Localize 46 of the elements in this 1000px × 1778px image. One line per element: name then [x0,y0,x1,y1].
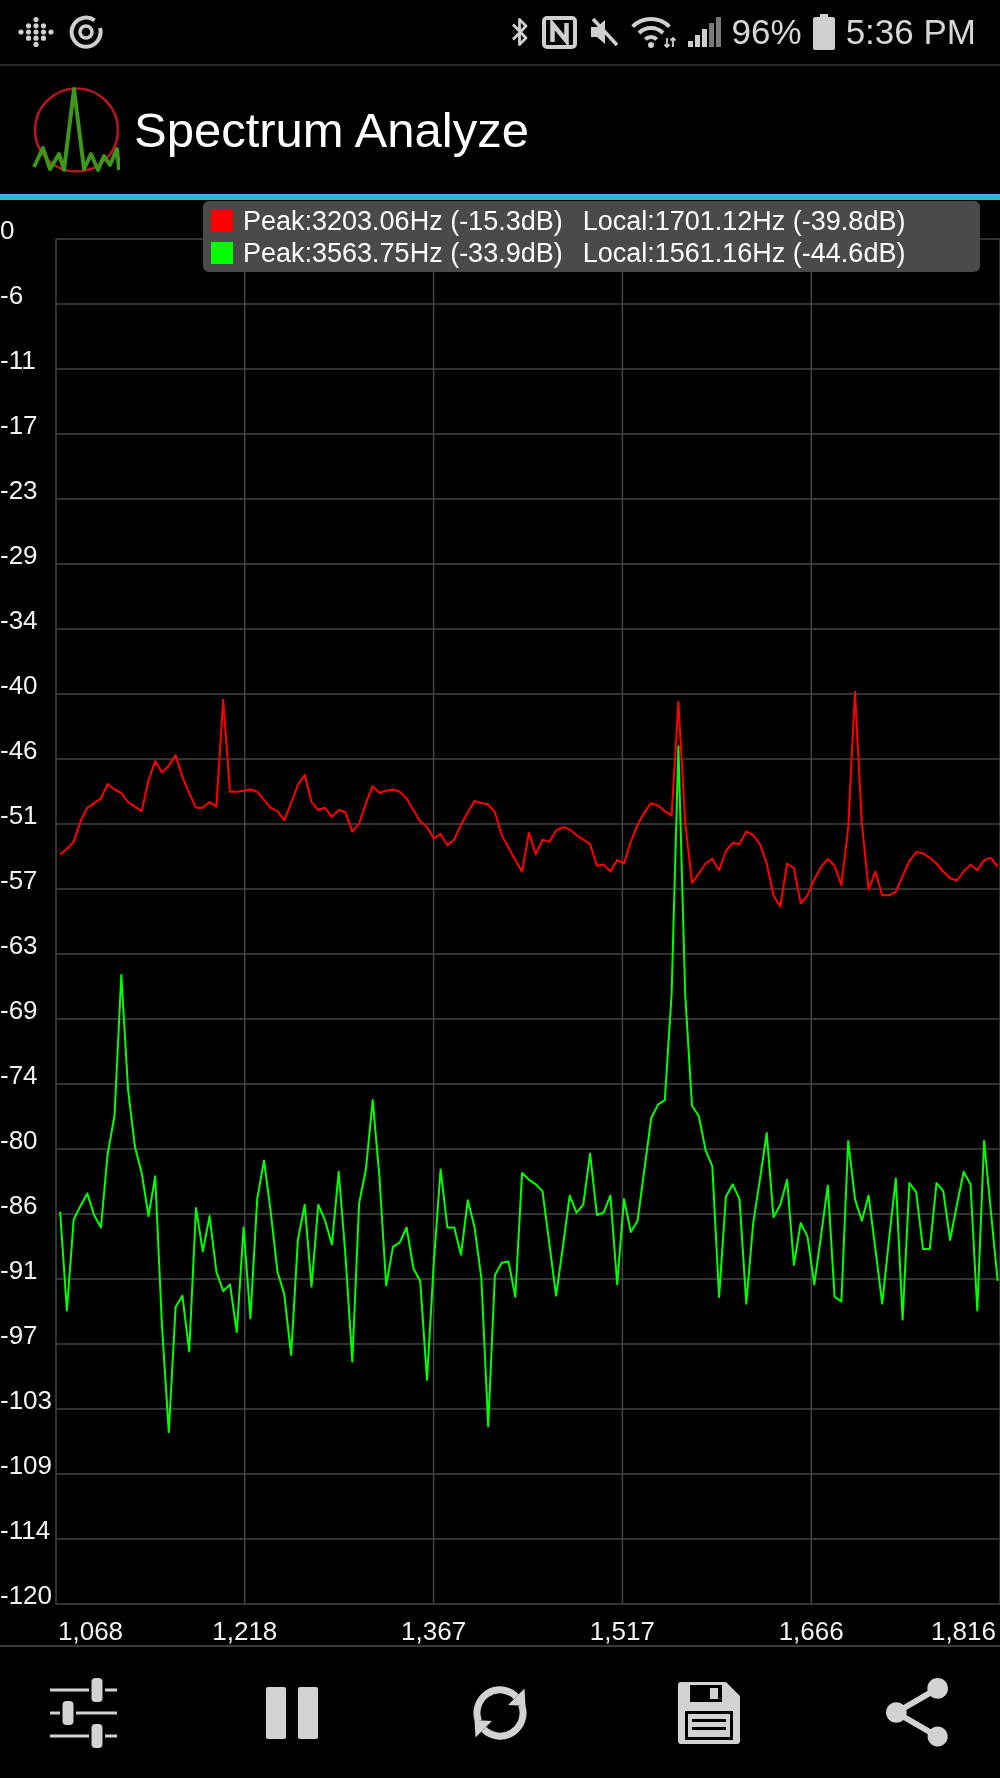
x-axis-label: 1,218 [212,1616,278,1645]
share-icon [886,1678,948,1747]
spectrum-logo-icon [32,87,120,173]
y-axis-label: -91 [0,1255,38,1285]
x-axis-label: 1,517 [589,1616,655,1645]
battery-icon [812,14,835,50]
y-axis-label: -103 [0,1385,53,1416]
y-axis-label: -57 [0,864,38,895]
y-axis-label: -29 [0,540,38,570]
peak-reading: Peak:3563.75Hz (-33.9dB) [243,237,563,269]
peak-reading: Peak:3203.06Hz (-15.3dB) [243,205,563,237]
y-axis-label: -109 [0,1450,53,1480]
local-reading: Local:1701.12Hz (-39.8dB) [582,205,906,237]
y-axis-label: -17 [0,409,38,440]
y-axis-label: -69 [0,995,38,1025]
wifi-icon [630,16,677,48]
signal-icon [687,17,721,47]
y-axis-label: -51 [0,800,38,830]
clock-time: 5:36 PM [845,12,976,52]
y-axis-label: -11 [0,345,36,375]
battery-percentage: 96% [731,12,802,52]
app-title: Spectrum Analyze [134,102,529,159]
y-axis-label: -80 [0,1125,38,1155]
y-axis-label: -6 [0,279,24,310]
local-reading: Local:1561.16Hz (-44.6dB) [582,237,906,269]
y-axis-label: -97 [0,1319,38,1350]
y-axis-label: -120 [0,1580,53,1610]
y-axis-label: -46 [0,734,38,765]
x-axis-label: 1,666 [778,1616,844,1645]
x-axis-label: 1,816 [930,1616,996,1645]
y-axis-label: -34 [0,605,38,636]
dots-icon [18,17,54,47]
sliders-icon [49,1677,117,1748]
save-icon [677,1681,740,1744]
ring-icon [68,14,104,50]
y-axis-label: -86 [0,1189,38,1220]
y-axis-label: -23 [0,475,38,506]
nfc-icon [541,15,577,49]
y-axis-label: 0 [0,215,15,245]
y-axis-label: -114 [0,1515,51,1546]
x-axis-label: 1,068 [58,1616,124,1645]
y-axis-label: -40 [0,670,38,700]
y-axis-label: -63 [0,930,38,961]
pause-icon [265,1686,318,1739]
y-axis-label: -74 [0,1060,38,1091]
x-axis-label: 1,367 [401,1616,467,1645]
